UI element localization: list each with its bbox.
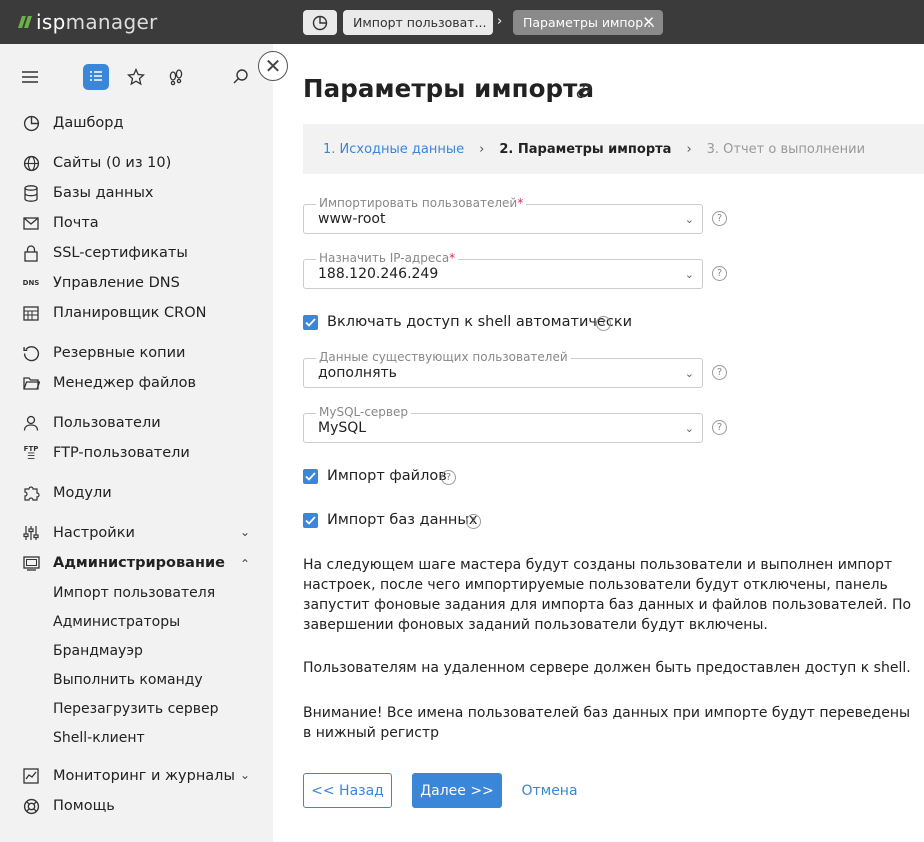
sidebar-item-backup[interactable]: Резервные копии	[0, 341, 273, 365]
chevron-right-icon: ›	[686, 141, 692, 157]
dashboard-tab-icon[interactable]	[303, 10, 337, 35]
mysql-server-select[interactable]: MySQL-сервер MySQL ⌄	[303, 405, 703, 443]
chevron-right-icon: ›	[497, 14, 503, 29]
step-import-params: 2. Параметры импорта	[499, 141, 672, 157]
sidebar-item-files[interactable]: Менеджер файлов	[0, 371, 273, 395]
main-content: Параметры импорта 1. Исходные данные › 2…	[273, 44, 924, 842]
sidebar-subitem-run-command[interactable]: Выполнить команду	[53, 672, 203, 688]
import-files-checkbox[interactable]	[303, 469, 318, 484]
chevron-right-icon: ›	[479, 141, 485, 157]
sidebar-item-administration[interactable]: Администрирование ⌃	[0, 551, 273, 575]
chevron-down-icon: ⌄	[684, 213, 694, 226]
folder-icon	[22, 374, 40, 392]
logo-text: ispmanager	[36, 10, 158, 34]
help-buoy-icon	[22, 797, 40, 815]
sidebar-item-databases[interactable]: Базы данных	[0, 181, 273, 205]
shell-access-label[interactable]: Включать доступ к shell автоматически	[327, 314, 632, 330]
lock-icon	[22, 244, 40, 262]
tab-import-users[interactable]: Импорт пользоват...	[343, 10, 493, 35]
assign-ip-select[interactable]: Назначить IP-адреса* 188.120.246.249 ⌄	[303, 251, 703, 289]
chevron-down-icon: ⌄	[684, 268, 694, 281]
search-icon[interactable]	[228, 64, 254, 90]
logo[interactable]: ispmanager	[18, 10, 158, 34]
chevron-up-icon[interactable]: ⌃	[240, 557, 250, 571]
help-icon[interactable]: ?	[712, 420, 727, 435]
import-files-label[interactable]: Импорт файлов	[327, 468, 447, 484]
wizard-steps: 1. Исходные данные › 2. Параметры импорт…	[303, 124, 924, 174]
server-icon	[22, 554, 40, 572]
sidebar-subitem-shell-client[interactable]: Shell-клиент	[53, 730, 145, 746]
globe-icon	[22, 154, 40, 172]
star-icon[interactable]	[123, 64, 149, 90]
sidebar-subitem-administrators[interactable]: Администраторы	[53, 614, 180, 630]
puzzle-icon	[22, 484, 40, 502]
sidebar-item-settings[interactable]: Настройки ⌄	[0, 521, 273, 545]
import-users-select[interactable]: Импортировать пользователей* www-root ⌄	[303, 196, 703, 234]
shell-access-checkbox[interactable]	[303, 315, 318, 330]
sidebar: Дашборд Сайты (0 из 10) Базы данных Почт…	[0, 44, 273, 842]
sidebar-subitem-reboot-server[interactable]: Перезагрузить сервер	[53, 701, 219, 717]
help-icon[interactable]: ?	[466, 514, 481, 529]
cancel-button[interactable]: Отмена	[521, 773, 577, 808]
sidebar-item-ssl[interactable]: SSL-сертификаты	[0, 241, 273, 265]
help-icon[interactable]: ?	[712, 365, 727, 380]
sidebar-item-cron[interactable]: Планировщик CRON	[0, 301, 273, 325]
step-source-data[interactable]: 1. Исходные данные	[323, 142, 464, 157]
ftp-icon: FTP ☰	[23, 445, 39, 462]
sidebar-subitem-import-user[interactable]: Импорт пользователя	[53, 585, 215, 601]
mail-icon	[22, 214, 40, 232]
close-icon[interactable]: ✕	[642, 14, 655, 30]
sidebar-subitem-firewall[interactable]: Брандмауэр	[53, 643, 143, 659]
next-button[interactable]: Далее >>	[412, 773, 502, 808]
existing-users-select[interactable]: Данные существующих пользователей дополн…	[303, 350, 703, 388]
hamburger-icon[interactable]	[17, 64, 43, 90]
sidebar-item-modules[interactable]: Модули	[0, 481, 273, 505]
chart-icon	[22, 767, 40, 785]
import-db-checkbox[interactable]	[303, 513, 318, 528]
import-db-label[interactable]: Импорт баз данных	[327, 512, 477, 528]
sliders-icon	[22, 524, 40, 542]
sidebar-item-sites[interactable]: Сайты (0 из 10)	[0, 151, 273, 175]
warning-text: Внимание! Все имена пользователей баз да…	[303, 705, 911, 741]
chevron-down-icon: ⌄	[684, 367, 694, 380]
help-icon[interactable]: ?	[441, 470, 456, 485]
footprints-icon[interactable]	[163, 64, 189, 90]
info-text-shell: Пользователям на удаленном сервере долже…	[303, 660, 911, 676]
sidebar-item-ftp[interactable]: FTP ☰ FTP-пользователи	[0, 441, 273, 465]
logo-mark-icon	[18, 16, 32, 28]
link-icon[interactable]	[574, 81, 594, 101]
chevron-down-icon[interactable]: ⌄	[240, 525, 250, 539]
sidebar-item-dashboard[interactable]: Дашборд	[0, 111, 273, 135]
info-text-wizard: На следующем шаге мастера будут созданы …	[303, 557, 912, 633]
sidebar-item-monitoring[interactable]: Мониторинг и журналы ⌄	[0, 764, 273, 788]
dns-icon: DNS	[22, 279, 40, 287]
step-report: 3. Отчет о выполнении	[706, 141, 866, 157]
field-label: Назначить IP-адреса*	[316, 251, 459, 265]
chevron-down-icon: ⌄	[684, 422, 694, 435]
help-icon[interactable]: ?	[596, 316, 611, 331]
sidebar-item-dns[interactable]: DNS Управление DNS	[0, 271, 273, 295]
calendar-icon	[22, 304, 40, 322]
top-bar: ispmanager Импорт пользоват... › Парамет…	[0, 0, 924, 44]
tab-import-params[interactable]: Параметры импор... ✕	[513, 10, 663, 35]
help-icon[interactable]: ?	[712, 211, 727, 226]
sidebar-item-users[interactable]: Пользователи	[0, 411, 273, 435]
field-label: MySQL-сервер	[316, 405, 411, 419]
field-label: Данные существующих пользователей	[316, 350, 571, 364]
sidebar-item-help[interactable]: Помощь	[0, 794, 273, 818]
sidebar-item-mail[interactable]: Почта	[0, 211, 273, 235]
user-icon	[22, 414, 40, 432]
close-sidebar-icon[interactable]: ✕	[258, 51, 288, 81]
sidebar-toolbar	[0, 64, 273, 90]
backup-icon	[22, 344, 40, 362]
page-title: Параметры импорта	[303, 74, 595, 103]
dashboard-icon	[22, 114, 40, 132]
field-label: Импортировать пользователей*	[316, 196, 527, 210]
help-icon[interactable]: ?	[712, 266, 727, 281]
chevron-down-icon[interactable]: ⌄	[240, 768, 250, 782]
database-icon	[22, 184, 40, 202]
back-button[interactable]: << Назад	[303, 773, 392, 808]
menu-list-icon[interactable]	[83, 64, 109, 90]
